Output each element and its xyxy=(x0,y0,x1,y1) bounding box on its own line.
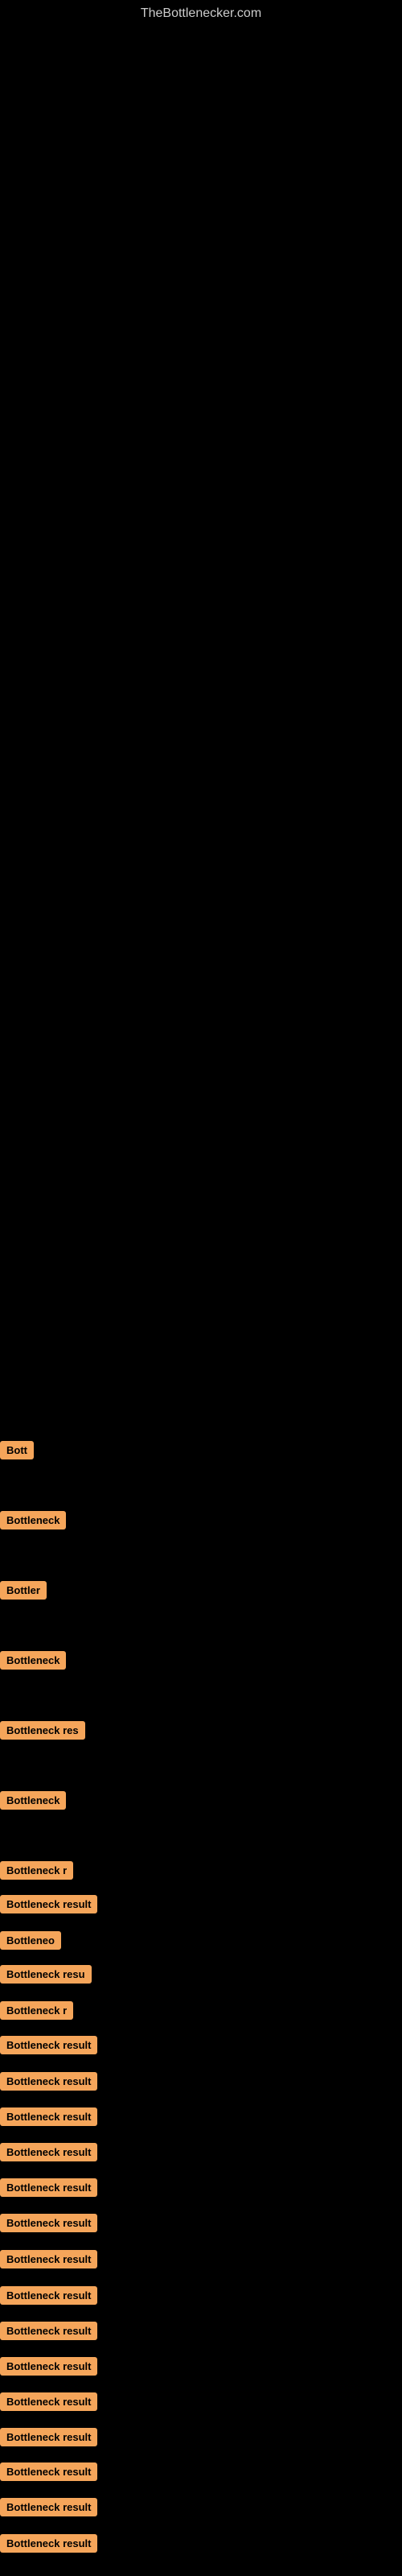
badge-9: Bottleneo xyxy=(0,1931,61,1951)
badge-21-label: Bottleneck result xyxy=(0,2357,97,2376)
badge-20: Bottleneck result xyxy=(0,2322,97,2342)
badge-6-label: Bottleneck xyxy=(0,1791,66,1810)
badge-16: Bottleneck result xyxy=(0,2178,97,2198)
badge-8: Bottleneck result xyxy=(0,1895,97,1915)
badge-4: Bottleneck xyxy=(0,1651,66,1671)
badge-12-label: Bottleneck result xyxy=(0,2036,97,2054)
badge-10: Bottleneck resu xyxy=(0,1965,92,1985)
badge-13-label: Bottleneck result xyxy=(0,2072,97,2091)
badge-14-label: Bottleneck result xyxy=(0,2107,97,2126)
badge-19: Bottleneck result xyxy=(0,2286,97,2306)
badge-26: Bottleneck result xyxy=(0,2534,97,2554)
badge-10-label: Bottleneck resu xyxy=(0,1965,92,1984)
badge-17-label: Bottleneck result xyxy=(0,2214,97,2232)
badge-11: Bottleneck r xyxy=(0,2001,73,2021)
badge-18-label: Bottleneck result xyxy=(0,2250,97,2268)
badge-15-label: Bottleneck result xyxy=(0,2143,97,2161)
badge-6: Bottleneck xyxy=(0,1791,66,1811)
badge-4-label: Bottleneck xyxy=(0,1651,66,1670)
badge-1: Bott xyxy=(0,1441,34,1461)
badge-14: Bottleneck result xyxy=(0,2107,97,2128)
badge-1-label: Bott xyxy=(0,1441,34,1459)
badge-7: Bottleneck r xyxy=(0,1861,73,1881)
badge-25-label: Bottleneck result xyxy=(0,2498,97,2516)
badge-26-label: Bottleneck result xyxy=(0,2534,97,2553)
badge-3-label: Bottler xyxy=(0,1581,47,1600)
badge-2-label: Bottleneck xyxy=(0,1511,66,1530)
badge-25: Bottleneck result xyxy=(0,2498,97,2518)
badge-18: Bottleneck result xyxy=(0,2250,97,2270)
badge-17: Bottleneck result xyxy=(0,2214,97,2234)
badge-16-label: Bottleneck result xyxy=(0,2178,97,2197)
badge-5: Bottleneck res xyxy=(0,1721,85,1741)
badge-23-label: Bottleneck result xyxy=(0,2428,97,2446)
badge-9-label: Bottleneo xyxy=(0,1931,61,1950)
badge-13: Bottleneck result xyxy=(0,2072,97,2092)
badge-24-label: Bottleneck result xyxy=(0,2462,97,2481)
badge-7-label: Bottleneck r xyxy=(0,1861,73,1880)
badge-20-label: Bottleneck result xyxy=(0,2322,97,2340)
badge-3: Bottler xyxy=(0,1581,47,1601)
site-title: TheBottlenecker.com xyxy=(0,0,402,27)
badge-21: Bottleneck result xyxy=(0,2357,97,2377)
badge-22-label: Bottleneck result xyxy=(0,2392,97,2411)
badge-24: Bottleneck result xyxy=(0,2462,97,2483)
badge-19-label: Bottleneck result xyxy=(0,2286,97,2305)
badge-12: Bottleneck result xyxy=(0,2036,97,2056)
badge-2: Bottleneck xyxy=(0,1511,66,1531)
badge-15: Bottleneck result xyxy=(0,2143,97,2163)
badge-22: Bottleneck result xyxy=(0,2392,97,2413)
badge-8-label: Bottleneck result xyxy=(0,1895,97,1913)
badge-5-label: Bottleneck res xyxy=(0,1721,85,1740)
badge-23: Bottleneck result xyxy=(0,2428,97,2448)
badge-11-label: Bottleneck r xyxy=(0,2001,73,2020)
